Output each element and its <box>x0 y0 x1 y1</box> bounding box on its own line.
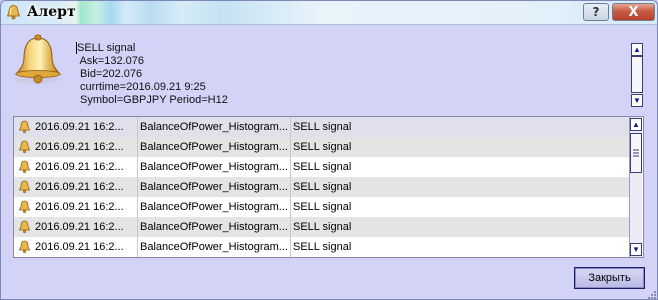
column-separator <box>290 177 291 197</box>
column-separator <box>137 217 138 237</box>
scroll-down-button[interactable]: ▼ <box>631 94 643 107</box>
column-separator <box>137 137 138 157</box>
grip-icon <box>633 149 639 157</box>
scroll-thumb[interactable] <box>630 133 642 173</box>
chevron-down-icon: ▼ <box>632 244 640 254</box>
resize-grip-icon[interactable] <box>647 290 657 300</box>
list-item[interactable]: 2016.09.21 16:2... BalanceOfPower_Histogr… <box>14 177 629 197</box>
column-separator <box>137 237 138 257</box>
list-item[interactable]: 2016.09.21 16:2... BalanceOfPower_Histogr… <box>14 137 629 157</box>
alert-indicator: BalanceOfPower_Histogram... <box>140 121 288 133</box>
list-item[interactable]: 2016.09.21 16:2... BalanceOfPower_Histogr… <box>14 157 629 177</box>
scroll-thumb[interactable] <box>631 56 643 93</box>
list-item[interactable]: 2016.09.21 16:2... BalanceOfPower_Histogr… <box>14 217 629 237</box>
column-separator <box>290 117 291 137</box>
bell-icon <box>18 180 31 194</box>
bell-icon <box>14 34 62 84</box>
window-close-button[interactable]: X <box>612 3 655 21</box>
alert-signal: SELL signal <box>293 201 352 213</box>
text-cursor <box>76 42 77 54</box>
bell-icon <box>18 220 31 234</box>
alert-indicator: BalanceOfPower_Histogram... <box>140 181 288 193</box>
alert-signal: SELL signal <box>293 221 352 233</box>
alert-indicator: BalanceOfPower_Histogram... <box>140 161 288 173</box>
message-line: Ask=132.076 <box>77 55 144 67</box>
column-separator <box>290 197 291 217</box>
scroll-up-button[interactable]: ▲ <box>631 43 643 56</box>
column-separator <box>137 117 138 137</box>
chevron-up-icon: ▲ <box>632 119 640 129</box>
message-scrollbar[interactable]: ▲ ▼ <box>630 43 643 107</box>
alert-message: SELL signal Ask=132.076 Bid=202.076 curr… <box>73 42 626 110</box>
alert-time: 2016.09.21 16:2... <box>35 221 124 233</box>
bell-icon <box>6 5 21 20</box>
alert-signal: SELL signal <box>293 141 352 153</box>
alert-signal: SELL signal <box>293 121 352 133</box>
bell-icon <box>18 200 31 214</box>
title-bar[interactable]: Алерт ? X <box>1 1 657 25</box>
bell-icon <box>18 140 31 154</box>
message-line: Symbol=GBPJPY Period=H12 <box>77 94 228 106</box>
bell-icon <box>18 120 31 134</box>
column-separator <box>137 177 138 197</box>
column-separator <box>290 217 291 237</box>
column-separator <box>290 237 291 257</box>
alert-indicator: BalanceOfPower_Histogram... <box>140 241 288 253</box>
help-icon: ? <box>592 5 600 19</box>
alert-window: Алерт ? X SELL signal Ask=132.076 Bid=20… <box>0 0 658 300</box>
scroll-down-button[interactable]: ▼ <box>630 243 642 256</box>
alert-time: 2016.09.21 16:2... <box>35 201 124 213</box>
chevron-down-icon: ▼ <box>633 95 641 105</box>
bell-icon <box>18 160 31 174</box>
alert-signal: SELL signal <box>293 241 352 253</box>
column-separator <box>290 157 291 177</box>
scroll-up-button[interactable]: ▲ <box>630 118 642 131</box>
alert-indicator: BalanceOfPower_Histogram... <box>140 141 288 153</box>
alert-signal: SELL signal <box>293 161 352 173</box>
close-button[interactable]: Закрыть <box>574 267 645 289</box>
alert-time: 2016.09.21 16:2... <box>35 181 124 193</box>
alert-indicator: BalanceOfPower_Histogram... <box>140 201 288 213</box>
chevron-up-icon: ▲ <box>633 44 641 54</box>
list-item[interactable]: 2016.09.21 16:2... BalanceOfPower_Histogr… <box>14 197 629 217</box>
alert-time: 2016.09.21 16:2... <box>35 161 124 173</box>
column-separator <box>137 157 138 177</box>
alert-time: 2016.09.21 16:2... <box>35 241 124 253</box>
message-line: SELL signal <box>77 42 136 54</box>
message-line: currtime=2016.09.21 9:25 <box>77 81 206 93</box>
column-separator <box>290 137 291 157</box>
alert-indicator: BalanceOfPower_Histogram... <box>140 221 288 233</box>
window-title: Алерт <box>27 4 76 20</box>
alert-time: 2016.09.21 16:2... <box>35 121 124 133</box>
list-item[interactable]: 2016.09.21 16:2... BalanceOfPower_Histogr… <box>14 237 629 257</box>
bell-icon <box>18 240 31 254</box>
close-icon: X <box>628 4 639 20</box>
column-separator <box>137 197 138 217</box>
list-scrollbar[interactable]: ▲ ▼ <box>629 117 642 257</box>
message-line: Bid=202.076 <box>77 68 143 80</box>
alert-signal: SELL signal <box>293 181 352 193</box>
help-button[interactable]: ? <box>583 3 609 21</box>
alerts-list[interactable]: 2016.09.21 16:2... BalanceOfPower_Histogr… <box>13 116 644 258</box>
list-item[interactable]: 2016.09.21 16:2... BalanceOfPower_Histogr… <box>14 117 629 137</box>
alert-time: 2016.09.21 16:2... <box>35 141 124 153</box>
